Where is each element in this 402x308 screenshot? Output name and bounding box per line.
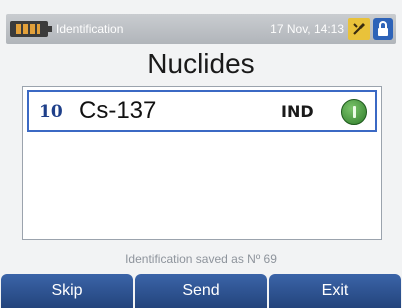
status-bar: Identification 17 Nov, 14:13 <box>6 14 396 44</box>
page-title: Nuclides <box>147 48 255 79</box>
row-nuclide: Cs-137 <box>79 97 157 124</box>
device-screen: Identification 17 Nov, 14:13 Nuclides 10… <box>0 0 402 308</box>
status-title: Identification <box>56 22 124 36</box>
lock-icon[interactable] <box>373 18 393 40</box>
nuclide-list: 10 Cs-137 IND <box>22 86 382 240</box>
softkey-bar: Skip Send Exit <box>0 274 402 308</box>
row-index: 10 <box>39 102 63 122</box>
save-message: Identification saved as Nº 69 <box>125 252 277 266</box>
tool-icon[interactable] <box>348 18 370 40</box>
list-item[interactable]: 10 Cs-137 IND <box>27 90 377 132</box>
exit-button[interactable]: Exit <box>269 274 401 308</box>
info-icon[interactable] <box>341 99 367 125</box>
battery-icon <box>10 21 52 37</box>
status-datetime: 17 Nov, 14:13 <box>270 22 344 36</box>
row-type: IND <box>281 102 314 121</box>
send-button[interactable]: Send <box>135 274 267 308</box>
skip-button[interactable]: Skip <box>1 274 133 308</box>
